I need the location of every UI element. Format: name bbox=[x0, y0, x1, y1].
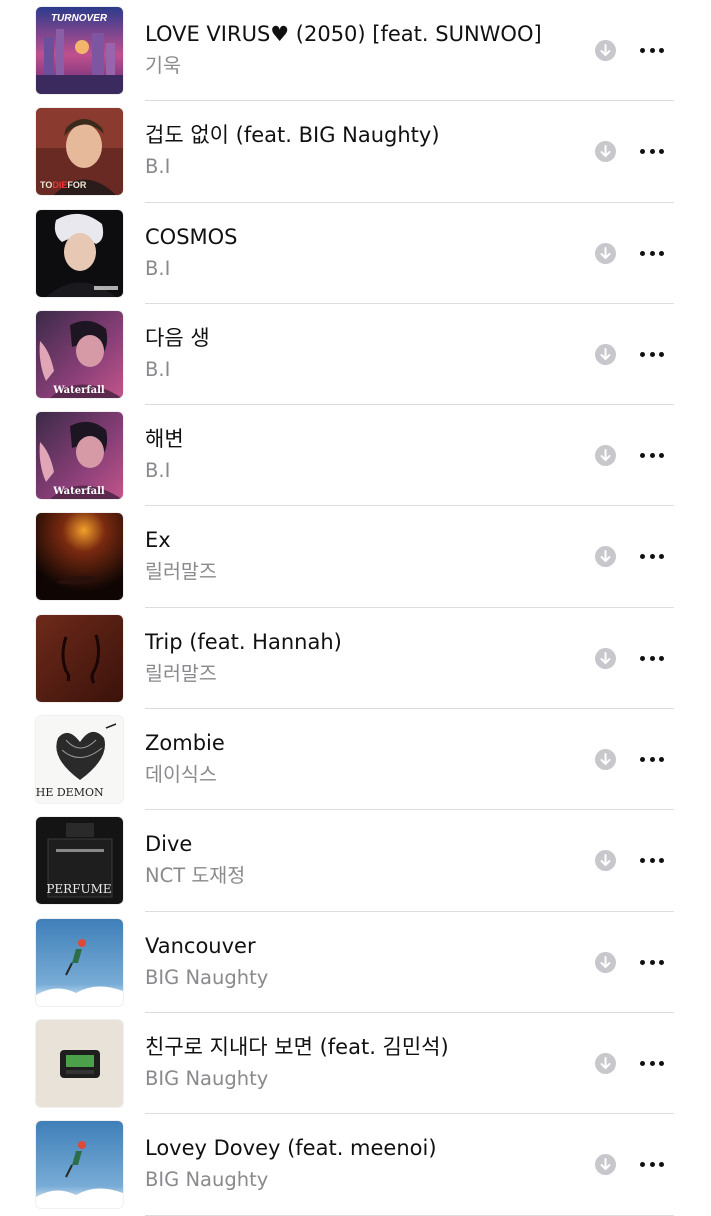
song-row[interactable]: 친구로 지내다 보면 (feat. 김민석) BIG Naughty bbox=[0, 1013, 711, 1115]
song-title: Zombie bbox=[145, 731, 225, 756]
album-art: PERFUME bbox=[36, 817, 123, 905]
ellipsis-icon[interactable] bbox=[638, 1053, 666, 1074]
song-artist: NCT 도재정 bbox=[145, 864, 246, 888]
song-artist: B.I bbox=[145, 357, 171, 381]
ellipsis-icon[interactable] bbox=[638, 445, 666, 466]
song-list: TURNOVER LOVE VIRUS♥ (2050) [feat. SUNWO… bbox=[0, 0, 711, 1216]
song-row[interactable]: Waterfall 해변 B.I bbox=[0, 405, 711, 507]
song-artist: BIG Naughty bbox=[145, 1066, 269, 1090]
song-title: Lovey Dovey (feat. meenoi) bbox=[145, 1136, 437, 1161]
song-artist: B.I bbox=[145, 459, 171, 483]
album-art: Waterfall bbox=[36, 310, 123, 398]
ellipsis-icon[interactable] bbox=[638, 952, 666, 973]
song-title: 다음 생 bbox=[145, 325, 210, 350]
row-divider bbox=[145, 1214, 674, 1216]
svg-text:Waterfall: Waterfall bbox=[52, 486, 105, 497]
ellipsis-icon[interactable] bbox=[638, 243, 666, 264]
song-artist: BIG Naughty bbox=[145, 1168, 269, 1192]
album-art bbox=[36, 209, 123, 297]
song-artist: 릴러말즈 bbox=[145, 560, 217, 584]
song-row[interactable]: THE DEMON Zombie 데이식스 bbox=[0, 709, 711, 811]
song-row[interactable]: COSMOS B.I bbox=[0, 203, 711, 304]
song-title: Ex bbox=[145, 528, 171, 553]
arrow-down-circle-icon[interactable] bbox=[595, 1154, 616, 1176]
song-title: Dive bbox=[145, 832, 193, 857]
song-row[interactable]: Trip (feat. Hannah) 릴러말즈 bbox=[0, 608, 711, 710]
album-art: TURNOVER bbox=[36, 7, 123, 94]
arrow-down-circle-icon[interactable] bbox=[595, 445, 616, 467]
album-art bbox=[36, 1019, 123, 1107]
album-art bbox=[36, 513, 123, 601]
song-artist: B.I bbox=[145, 256, 171, 280]
ellipsis-icon[interactable] bbox=[638, 749, 666, 770]
arrow-down-circle-icon[interactable] bbox=[595, 647, 616, 669]
ellipsis-icon[interactable] bbox=[638, 141, 666, 162]
arrow-down-circle-icon[interactable] bbox=[595, 242, 616, 264]
album-art: Waterfall bbox=[36, 412, 123, 500]
song-artist: BIG Naughty bbox=[145, 965, 269, 989]
song-row[interactable]: PERFUME Dive NCT 도재정 bbox=[0, 810, 711, 912]
svg-text:PERFUME: PERFUME bbox=[46, 882, 111, 896]
svg-text:TODIEFOR: TODIEFOR bbox=[40, 180, 87, 190]
song-artist: 데이식스 bbox=[145, 763, 217, 787]
ellipsis-icon[interactable] bbox=[638, 546, 666, 567]
arrow-down-circle-icon[interactable] bbox=[595, 343, 616, 365]
song-row[interactable]: Vancouver BIG Naughty bbox=[0, 912, 711, 1013]
song-title: Trip (feat. Hannah) bbox=[145, 629, 342, 654]
song-artist: B.I bbox=[145, 155, 171, 179]
album-art: THE DEMON bbox=[36, 716, 123, 804]
song-row[interactable]: Ex 릴러말즈 bbox=[0, 506, 711, 608]
song-row[interactable]: Lovey Dovey (feat. meenoi) BIG Naughty bbox=[0, 1114, 711, 1216]
ellipsis-icon[interactable] bbox=[638, 850, 666, 871]
album-art bbox=[36, 1121, 123, 1209]
song-row[interactable]: Waterfall 다음 생 B.I bbox=[0, 304, 711, 406]
svg-text:THE DEMON: THE DEMON bbox=[36, 786, 104, 799]
album-art: TODIEFOR bbox=[36, 108, 123, 196]
song-title: Vancouver bbox=[145, 933, 256, 958]
song-title: 해변 bbox=[145, 427, 184, 452]
ellipsis-icon[interactable] bbox=[638, 40, 666, 61]
song-artist: 기욱 bbox=[145, 54, 181, 77]
song-title: 겁도 없이 (feat. BIG Naughty) bbox=[145, 123, 440, 148]
arrow-down-circle-icon[interactable] bbox=[595, 141, 616, 163]
album-art bbox=[36, 614, 123, 702]
svg-text:TURNOVER: TURNOVER bbox=[51, 13, 108, 24]
arrow-down-circle-icon[interactable] bbox=[595, 40, 616, 61]
song-artist: 릴러말즈 bbox=[145, 661, 217, 685]
song-title: COSMOS bbox=[145, 224, 238, 249]
arrow-down-circle-icon[interactable] bbox=[595, 546, 616, 568]
arrow-down-circle-icon[interactable] bbox=[595, 951, 616, 973]
ellipsis-icon[interactable] bbox=[638, 648, 666, 669]
arrow-down-circle-icon[interactable] bbox=[595, 850, 616, 872]
ellipsis-icon[interactable] bbox=[638, 344, 666, 365]
ellipsis-icon[interactable] bbox=[638, 1154, 666, 1175]
arrow-down-circle-icon[interactable] bbox=[595, 749, 616, 771]
arrow-down-circle-icon[interactable] bbox=[595, 1052, 616, 1074]
album-art bbox=[36, 918, 123, 1006]
svg-text:Waterfall: Waterfall bbox=[52, 385, 105, 396]
song-title: 친구로 지내다 보면 (feat. 김민석) bbox=[145, 1034, 449, 1059]
song-row[interactable]: TODIEFOR 겁도 없이 (feat. BIG Naughty) B.I bbox=[0, 101, 711, 203]
song-row[interactable]: TURNOVER LOVE VIRUS♥ (2050) [feat. SUNWO… bbox=[0, 0, 711, 102]
song-title: LOVE VIRUS♥ (2050) [feat. SUNWOO] bbox=[145, 22, 542, 46]
